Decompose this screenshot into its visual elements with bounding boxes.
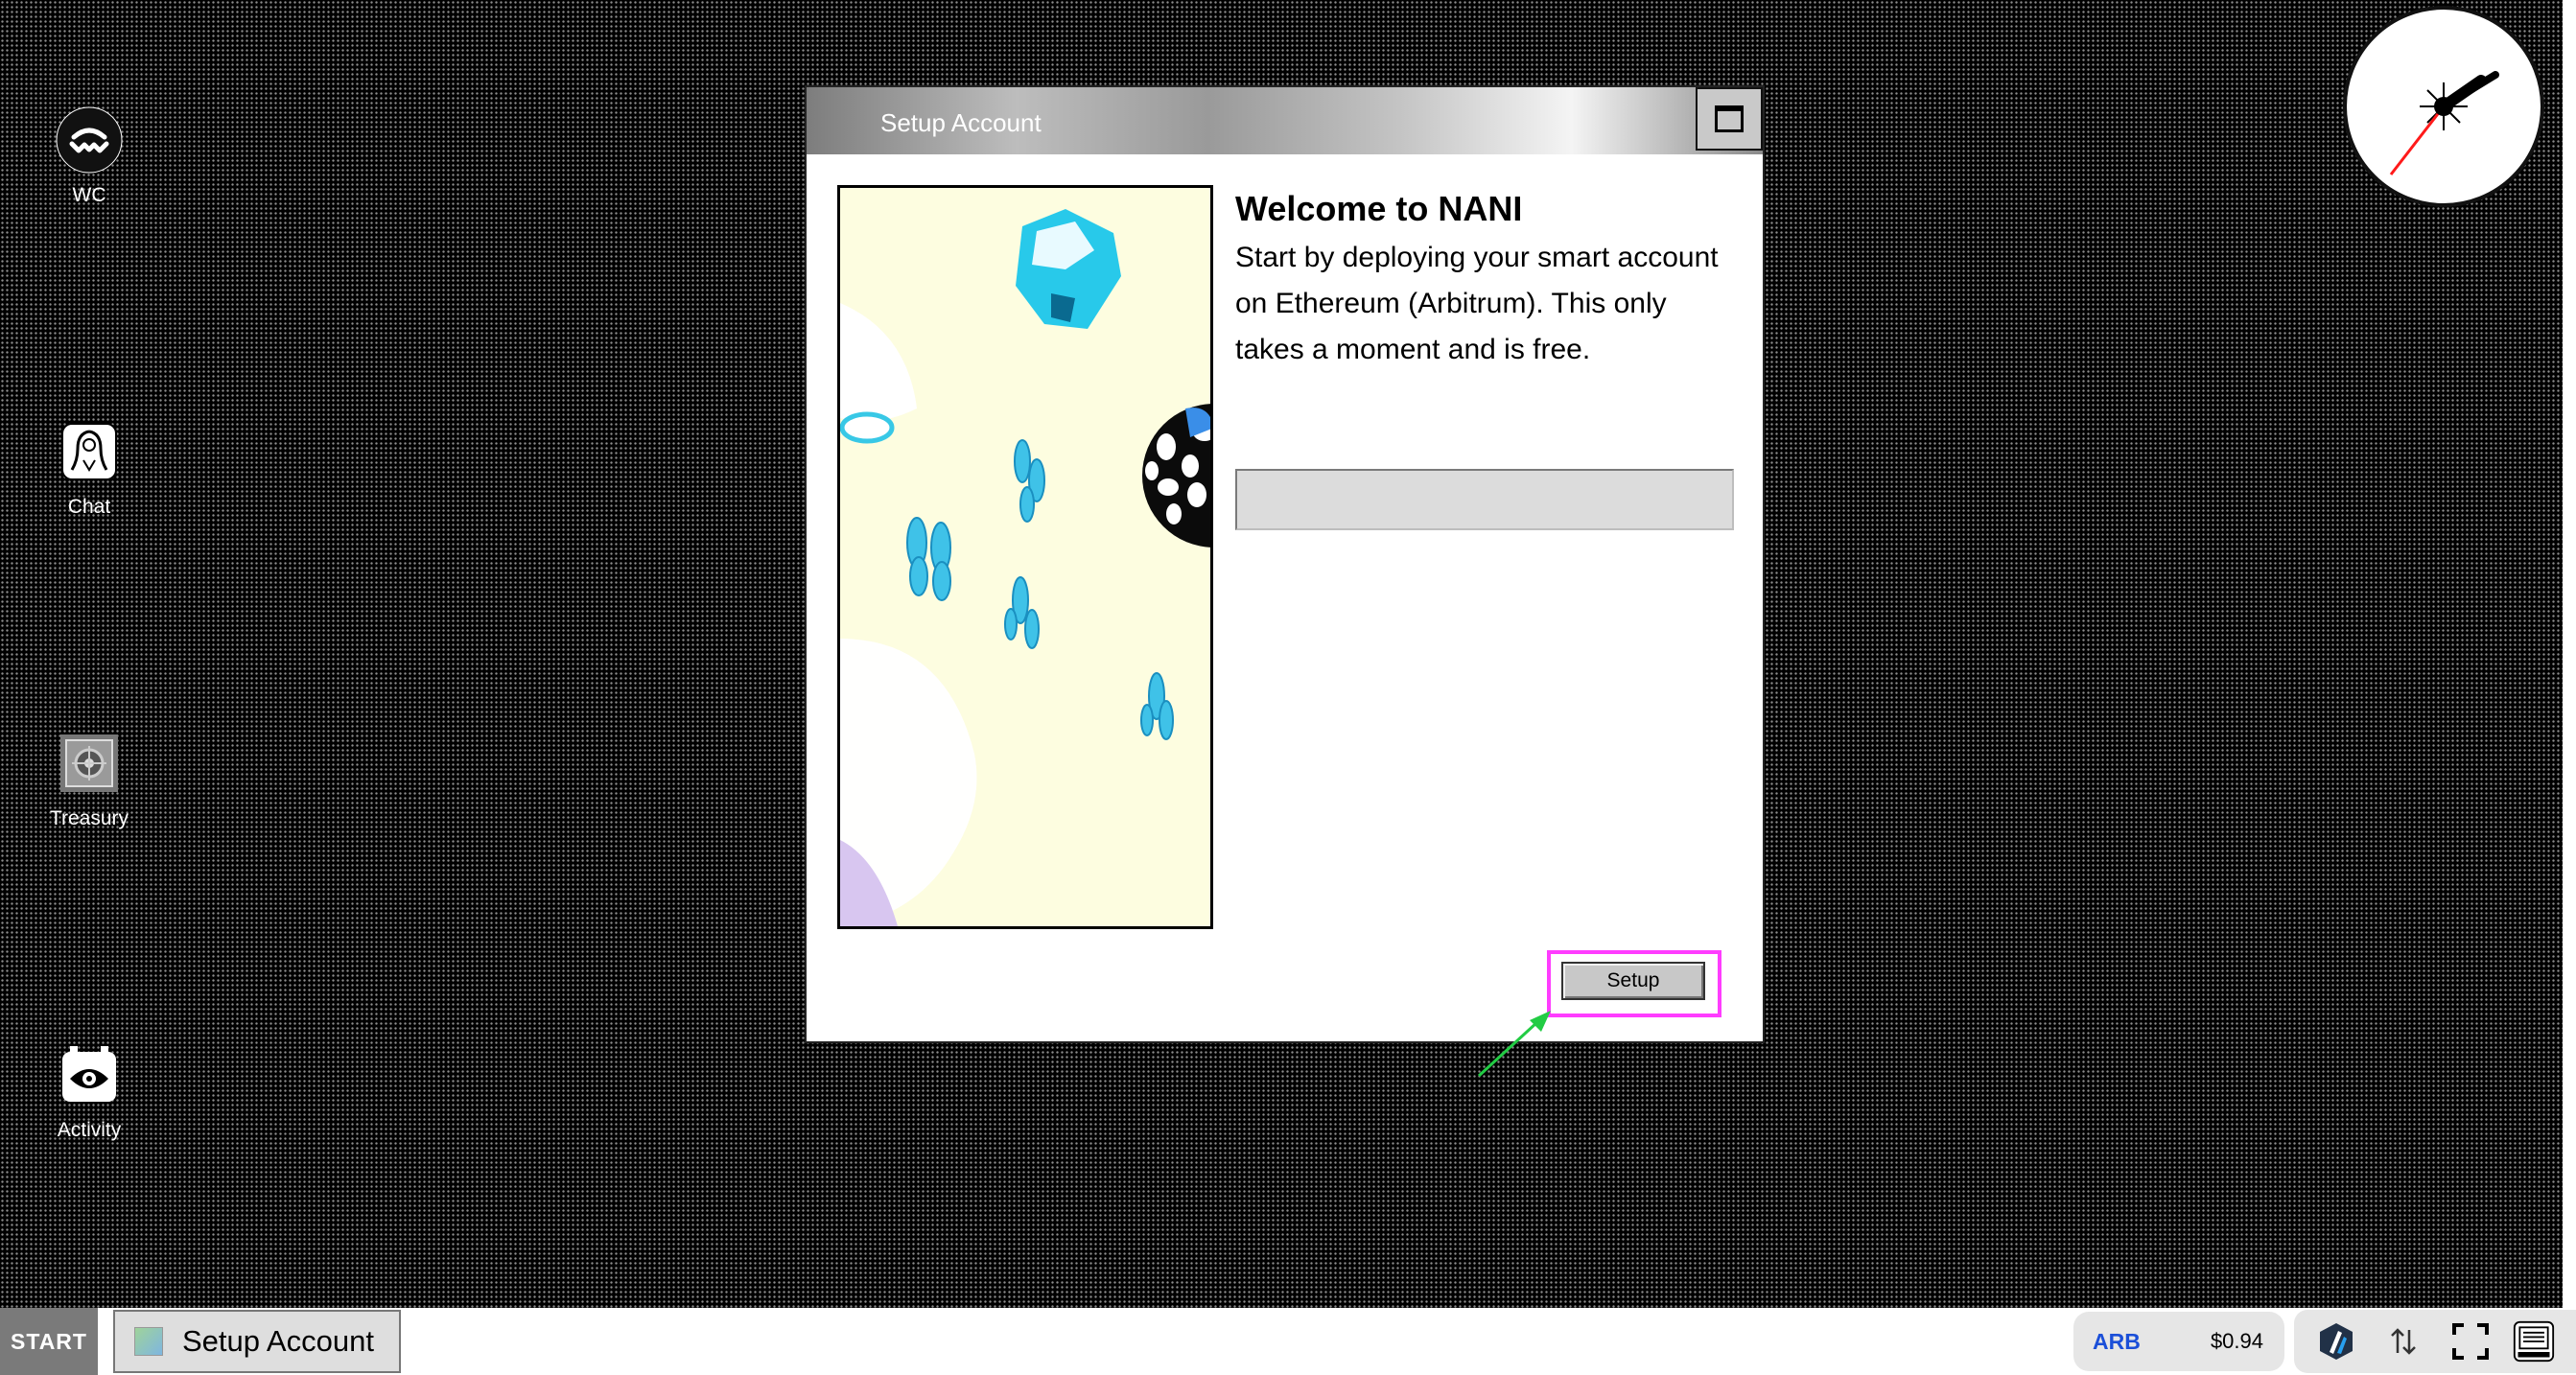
annotation-arrow-icon [1477, 1011, 1551, 1078]
fullscreen-icon[interactable] [2449, 1320, 2492, 1363]
welcome-artwork [837, 185, 1213, 929]
treasury-icon [55, 729, 124, 798]
desktop-icon-label: WC [72, 184, 106, 206]
token-symbol: ARB [2093, 1328, 2141, 1354]
welcome-heading: Welcome to NANI [1235, 189, 1523, 228]
token-price-widget[interactable]: ARB $0.94 [2073, 1312, 2284, 1371]
desktop-icon-activity[interactable]: Activity [38, 1040, 140, 1142]
clock-icon [2389, 71, 2499, 175]
taskbar: START Setup Account ARB $0.94 [0, 1308, 2576, 1375]
scrollbar-strip [2563, 0, 2576, 1308]
broken-image-icon [134, 1327, 163, 1356]
maximize-icon [1715, 105, 1744, 132]
taskbar-item-setup-account[interactable]: Setup Account [113, 1310, 401, 1373]
desktop-icon-wc[interactable]: WC [38, 105, 140, 207]
system-tray [2294, 1310, 2576, 1373]
taskbar-item-label: Setup Account [182, 1324, 374, 1358]
welcome-description: Start by deploying your smart account on… [1235, 242, 1719, 365]
desktop-icon-label: Activity [57, 1119, 122, 1141]
chat-icon [55, 417, 124, 486]
welcome-content: Welcome to NANI Start by deploying your … [1235, 189, 1734, 373]
activity-icon [55, 1040, 124, 1109]
swap-icon[interactable] [2382, 1320, 2424, 1363]
window-titlebar[interactable]: Setup Account [807, 87, 1763, 154]
desktop-icon-label: Chat [67, 496, 111, 518]
walletconnect-icon [55, 105, 124, 175]
arbitrum-icon[interactable] [2315, 1320, 2357, 1363]
clock-widget [2343, 6, 2544, 207]
setup-account-window: Setup Account Welcome to NANI Start by d… [805, 85, 1765, 1043]
desktop-icon-label: Treasury [49, 807, 129, 829]
token-price: $0.94 [2210, 1329, 2263, 1353]
account-name-input[interactable] [1235, 469, 1734, 530]
desktop-icon-treasury[interactable]: Treasury [38, 729, 140, 830]
desktop-icon-chat[interactable]: Chat [38, 417, 140, 519]
window-title: Setup Account [880, 108, 1042, 137]
start-button[interactable]: START [0, 1308, 98, 1375]
computer-icon[interactable] [2513, 1320, 2555, 1363]
setup-button[interactable]: Setup [1561, 962, 1705, 1000]
maximize-button[interactable] [1696, 87, 1763, 151]
